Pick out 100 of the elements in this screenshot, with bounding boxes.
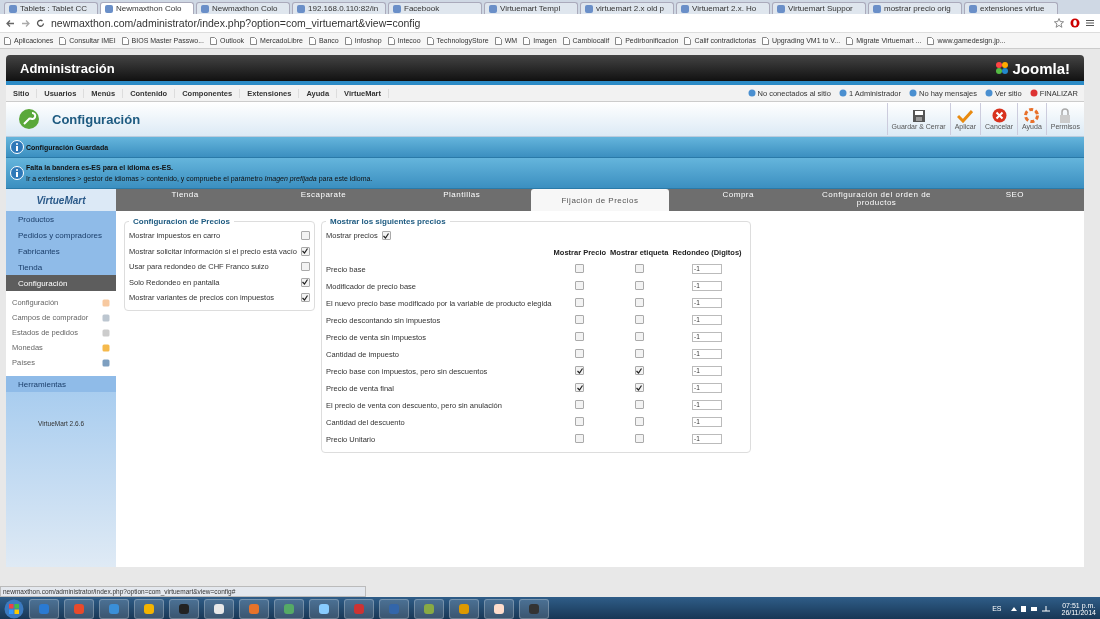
taskbar-app-icon[interactable] — [309, 598, 339, 619]
checkbox[interactable] — [575, 383, 585, 393]
favicon-icon — [969, 4, 977, 13]
cancel-icon — [991, 108, 1007, 123]
checkbox[interactable] — [575, 348, 585, 358]
taskbar-app-icon[interactable] — [134, 598, 164, 619]
star-icon[interactable] — [1054, 18, 1064, 28]
checkbox[interactable] — [634, 348, 644, 358]
checkbox[interactable] — [575, 399, 585, 409]
browser-tab[interactable]: virtuemart 2.x old p — [580, 2, 674, 14]
page-title: Configuración — [52, 111, 141, 127]
info-icon — [10, 140, 24, 154]
tab[interactable]: Compra — [669, 189, 808, 199]
browser-tab[interactable]: Virtuemart Templ — [484, 2, 578, 14]
wrench-icon — [18, 108, 40, 130]
status-icon — [984, 89, 993, 97]
checkbox[interactable] — [301, 262, 310, 272]
forward-icon[interactable] — [21, 18, 30, 28]
sidebar-section[interactable]: Configuración — [6, 275, 116, 291]
browser-tab[interactable]: Virtuemart 2.x. Ho — [676, 2, 770, 14]
sidebar-section[interactable]: Fabricantes — [6, 243, 116, 259]
browser-tab[interactable]: Facebook — [388, 2, 482, 14]
taskbar-app-icon[interactable] — [519, 598, 549, 619]
tray-icons[interactable] — [1011, 604, 1052, 613]
checkbox[interactable] — [634, 263, 644, 273]
checkbox[interactable] — [634, 314, 644, 324]
tab[interactable]: Configuración del orden de productos — [807, 189, 946, 207]
checkbox[interactable] — [301, 246, 310, 256]
checkbox[interactable] — [634, 366, 644, 376]
checkbox[interactable] — [634, 416, 644, 426]
sidebar-section[interactable]: Tienda — [6, 259, 116, 275]
menu-icon[interactable] — [1086, 19, 1094, 27]
start-icon[interactable] — [4, 598, 24, 619]
favicon-icon — [9, 4, 17, 13]
address-field[interactable]: newmaxthon.com/administrator/index.php?option=com_virtuemart&view=config — [51, 17, 1048, 29]
sidebar-section[interactable]: Herramientas — [6, 376, 116, 392]
checkbox[interactable] — [575, 433, 585, 443]
favicon-icon — [681, 4, 689, 13]
page-icon — [523, 36, 531, 45]
status-icon — [1029, 89, 1038, 97]
taskbar-app-icon[interactable] — [239, 598, 269, 619]
taskbar-app-icon[interactable] — [204, 598, 234, 619]
sidebar-section[interactable]: Productos — [6, 211, 116, 227]
checkbox[interactable] — [381, 231, 391, 241]
checkbox[interactable] — [634, 280, 644, 290]
back-icon[interactable] — [6, 18, 15, 28]
taskbar-app-icon[interactable] — [274, 598, 304, 619]
status-icon — [838, 89, 847, 97]
tab[interactable]: Escaparate — [254, 189, 393, 199]
browser-tab[interactable]: Newmaxthon Colo — [196, 2, 290, 14]
page-icon — [846, 36, 854, 45]
favicon-icon — [873, 4, 881, 13]
page-icon — [344, 36, 352, 45]
checkbox[interactable] — [634, 433, 644, 443]
tab[interactable]: Fijación de Precios — [530, 189, 670, 211]
checkbox[interactable] — [634, 399, 644, 409]
reload-icon[interactable] — [36, 18, 45, 28]
taskbar-app-icon[interactable] — [169, 598, 199, 619]
checkbox[interactable] — [634, 297, 644, 307]
page-icon — [387, 36, 395, 45]
checkbox[interactable] — [634, 383, 644, 393]
taskbar-app-icon[interactable] — [449, 598, 479, 619]
section-title: Mostrar los siguientes precios — [329, 217, 447, 226]
checkbox[interactable] — [575, 280, 585, 290]
checkbox[interactable] — [301, 293, 310, 303]
virtuemart-logo: VirtueMart — [6, 189, 116, 211]
page-icon — [761, 36, 769, 45]
tab[interactable]: SEO — [945, 189, 1084, 199]
opera-icon[interactable] — [1070, 18, 1080, 28]
browser-tab[interactable]: extensiones virtue — [964, 2, 1058, 14]
browser-tab[interactable]: 192.168.0.110:82/in — [292, 2, 386, 14]
browser-tab[interactable]: mostrar precio orig — [868, 2, 962, 14]
page-icon — [684, 36, 692, 45]
checkbox[interactable] — [575, 416, 585, 426]
checkbox[interactable] — [301, 277, 310, 287]
favicon-icon — [585, 4, 593, 13]
checkbox[interactable] — [301, 231, 310, 241]
lock-icon — [1059, 108, 1072, 123]
page-icon — [615, 36, 623, 45]
admin-title: Administración — [20, 60, 115, 76]
checkbox[interactable] — [634, 331, 644, 341]
page-icon — [121, 36, 129, 45]
sidebar-section[interactable]: Pedidos y compradores — [6, 227, 116, 243]
floppy-icon — [911, 108, 926, 123]
checkbox[interactable] — [575, 314, 585, 324]
browser-tab[interactable]: Newmaxthon Colo — [100, 2, 194, 14]
browser-tab[interactable]: Tablets : Tablet CC — [4, 2, 98, 14]
browser-tab[interactable]: Virtuemart Suppor — [772, 2, 866, 14]
favicon-icon — [297, 4, 305, 13]
favicon-icon — [105, 4, 113, 13]
tab[interactable]: Tienda — [116, 189, 255, 199]
checkbox[interactable] — [575, 263, 585, 273]
taskbar-app-icon[interactable] — [484, 598, 514, 619]
taskbar-app-icon[interactable] — [414, 598, 444, 619]
tab[interactable]: Plantillas — [392, 189, 531, 199]
checkbox[interactable] — [575, 366, 585, 376]
page-icon — [4, 36, 11, 45]
checkbox[interactable] — [575, 331, 585, 341]
checkbox[interactable] — [575, 297, 585, 307]
check-icon — [957, 108, 974, 123]
